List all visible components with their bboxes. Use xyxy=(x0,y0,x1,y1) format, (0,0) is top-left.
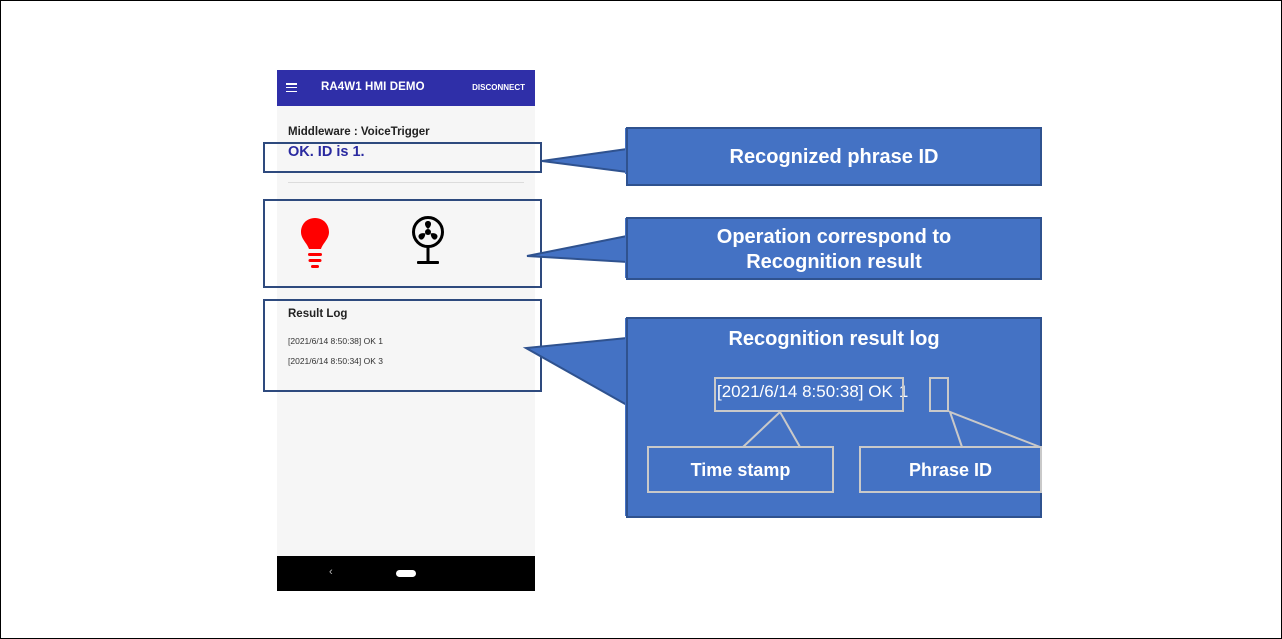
operation-highlight xyxy=(263,199,542,288)
result-log-callout-title: Recognition result log xyxy=(728,328,940,350)
app-bar: RA4W1 HMI DEMO DISCONNECT xyxy=(277,70,535,106)
time-stamp-label-box: Time stamp xyxy=(647,446,834,493)
phrase-id-callout-text: Recognized phrase ID xyxy=(729,146,939,168)
android-nav-bar: ‹ xyxy=(277,556,535,591)
phrase-id-callout: Recognized phrase ID xyxy=(626,127,1042,186)
divider xyxy=(288,182,524,183)
operation-callout-line1: Operation correspond to xyxy=(716,226,952,248)
disconnect-button[interactable]: DISCONNECT xyxy=(472,83,525,92)
phrase-id-value-highlight xyxy=(929,377,949,412)
result-log-highlight xyxy=(263,299,542,392)
middleware-label: Middleware : VoiceTrigger xyxy=(288,126,430,138)
app-title: RA4W1 HMI DEMO xyxy=(321,81,425,93)
phrase-id-highlight xyxy=(263,142,542,173)
operation-callout-line2: Recognition result xyxy=(746,251,922,273)
phrase-id-label-box: Phrase ID xyxy=(859,446,1042,493)
back-chevron-icon[interactable]: ‹ xyxy=(329,566,333,578)
hamburger-menu-icon[interactable] xyxy=(286,83,297,93)
timestamp-highlight xyxy=(714,377,904,412)
home-pill-icon[interactable] xyxy=(396,570,416,577)
operation-callout: Operation correspond to Recognition resu… xyxy=(626,217,1042,280)
